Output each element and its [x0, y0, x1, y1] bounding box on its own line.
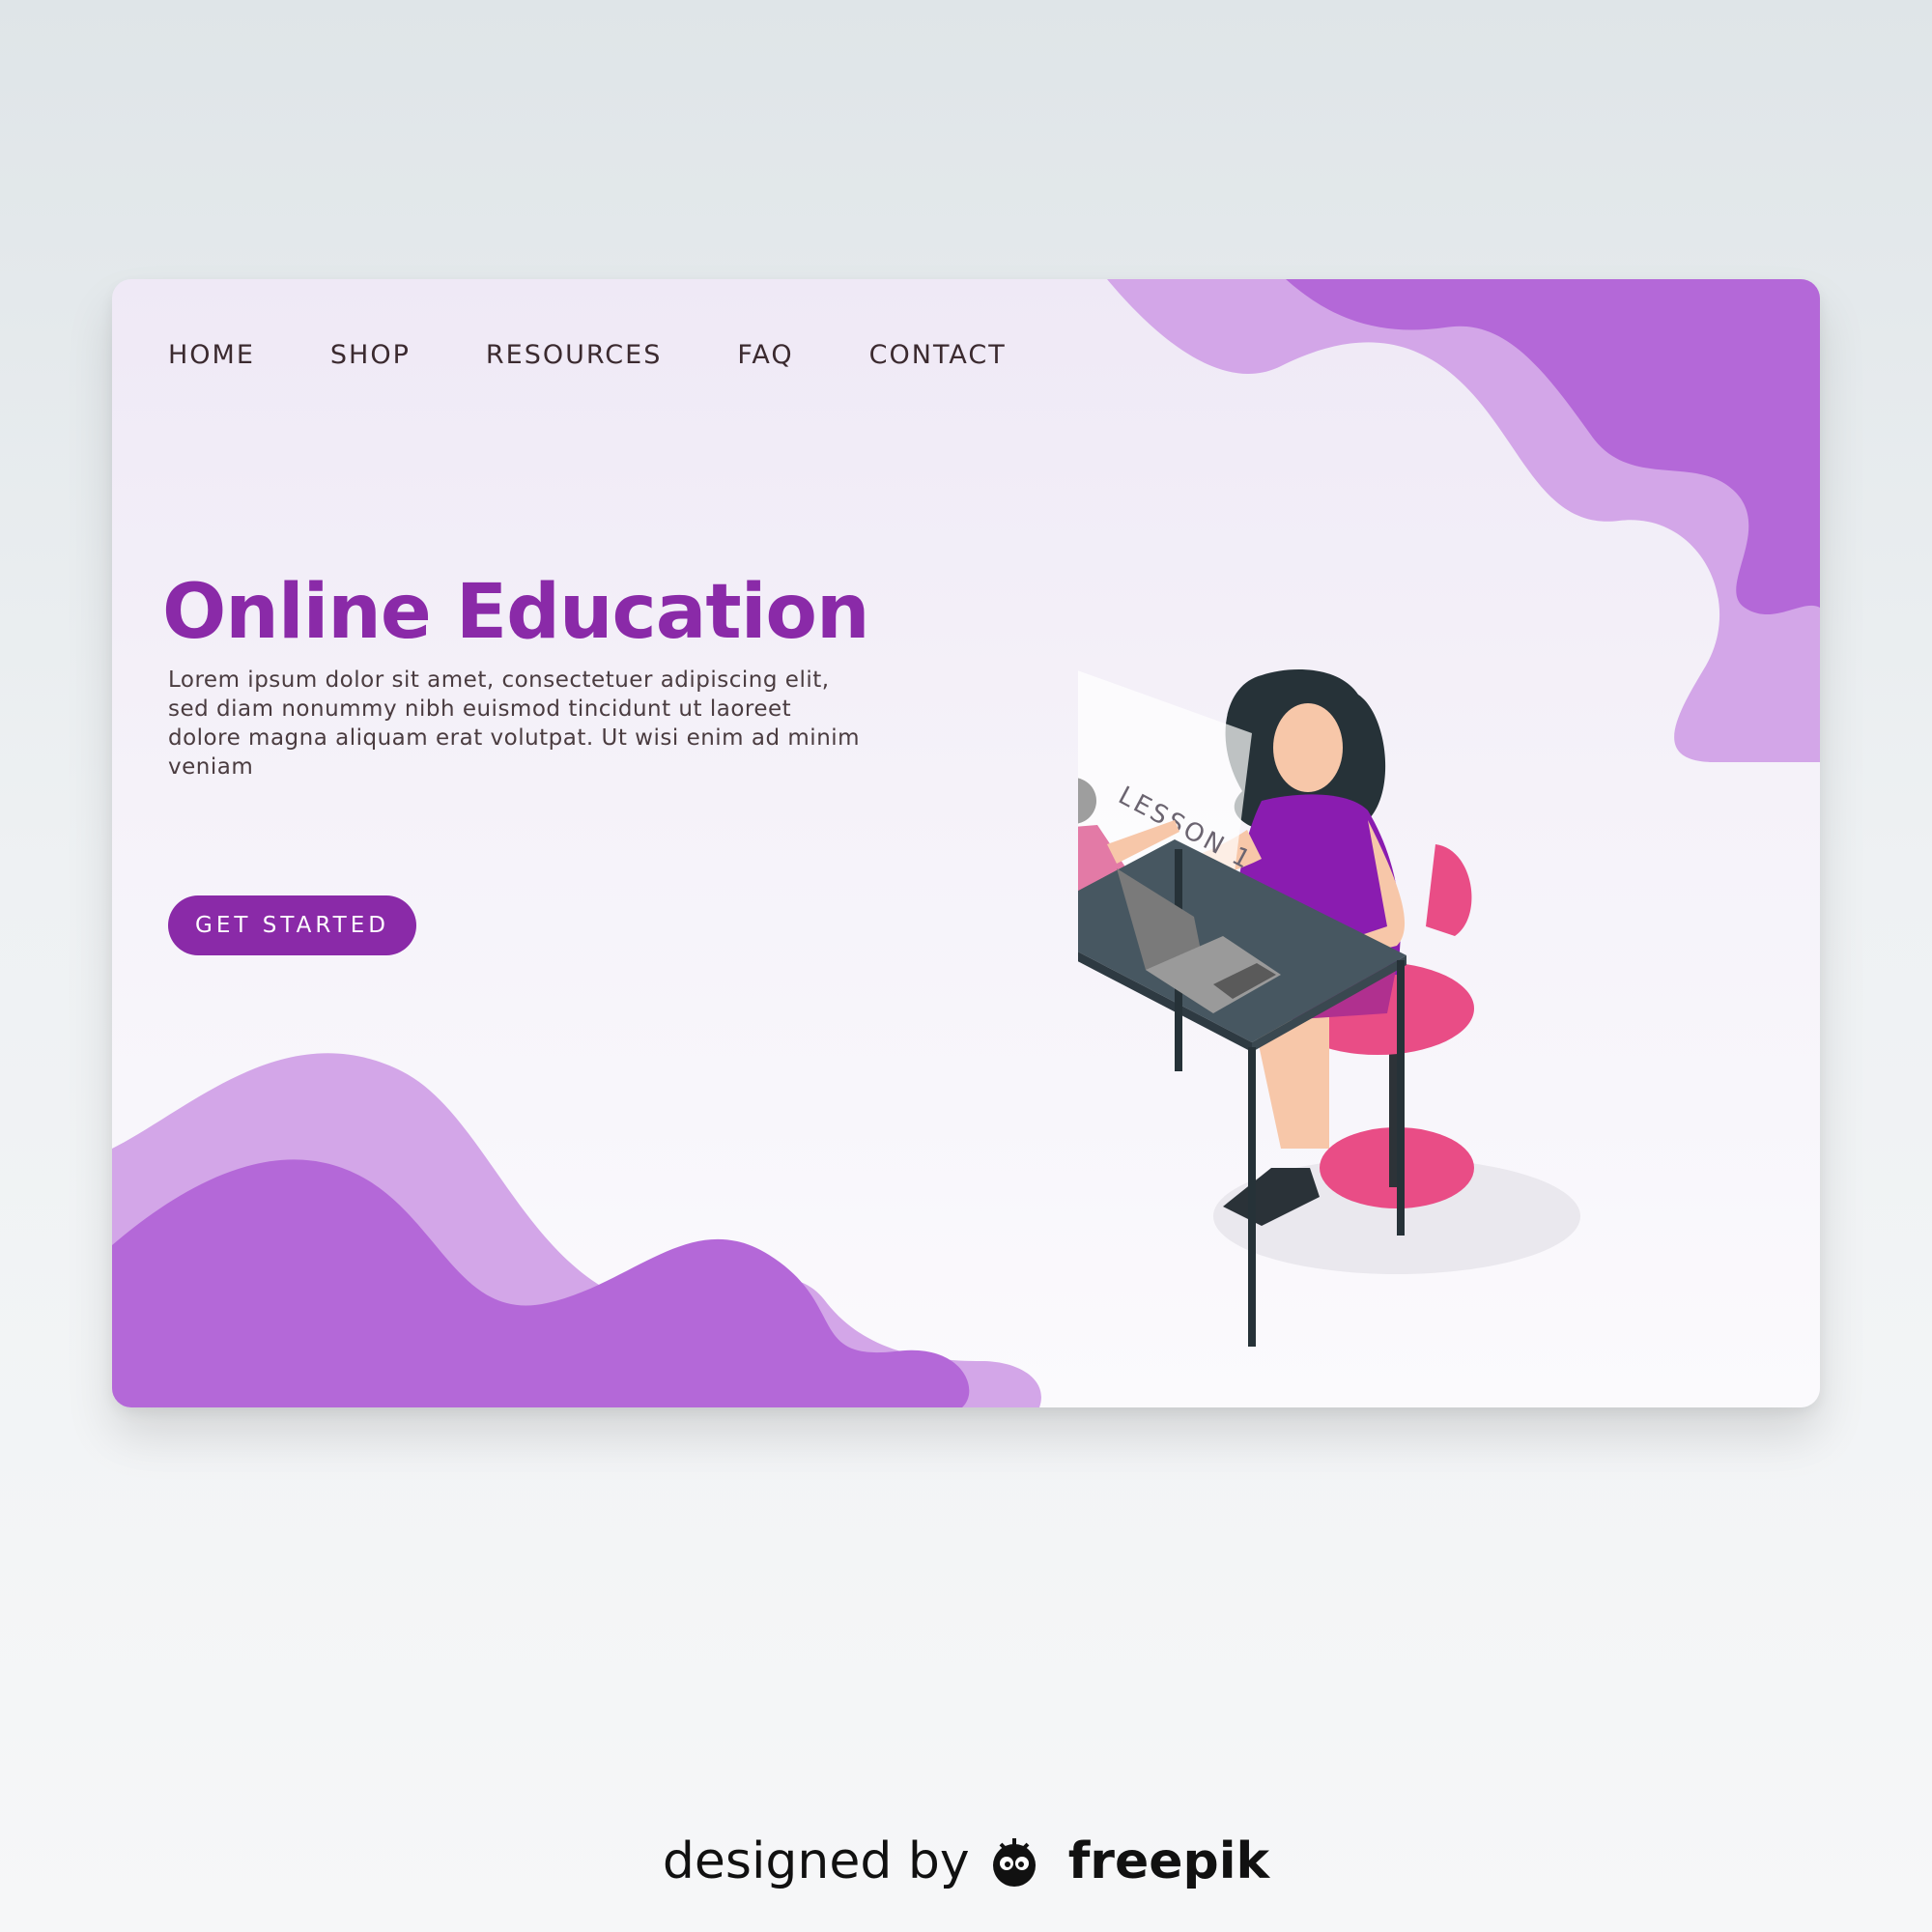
nav-faq[interactable]: FAQ: [737, 333, 793, 378]
desk-leg-front: [1248, 1047, 1256, 1347]
freepik-logo-icon: [992, 1838, 1036, 1887]
woman-face: [1273, 703, 1343, 792]
get-started-button[interactable]: GET STARTED: [168, 895, 416, 955]
landing-card: HOME SHOP RESOURCES FAQ CONTACT Online E…: [112, 279, 1820, 1407]
desk-leg-right: [1397, 960, 1405, 1236]
nav-contact[interactable]: CONTACT: [869, 333, 1007, 378]
freepik-credit: designed by freepik: [0, 1831, 1932, 1892]
nav-home[interactable]: HOME: [168, 333, 255, 378]
credit-prefix: designed by: [662, 1833, 970, 1890]
online-education-illustration: LESSON 1: [1078, 669, 1580, 1347]
chair-back: [1426, 844, 1472, 936]
nav-resources[interactable]: RESOURCES: [486, 333, 662, 378]
credit-brand: freepik: [1067, 1833, 1270, 1890]
hero-description: Lorem ipsum dolor sit amet, consectetuer…: [168, 668, 861, 780]
hero-title: Online Education: [162, 569, 870, 656]
main-nav: HOME SHOP RESOURCES FAQ CONTACT: [168, 333, 1082, 378]
nav-shop[interactable]: SHOP: [330, 333, 411, 378]
